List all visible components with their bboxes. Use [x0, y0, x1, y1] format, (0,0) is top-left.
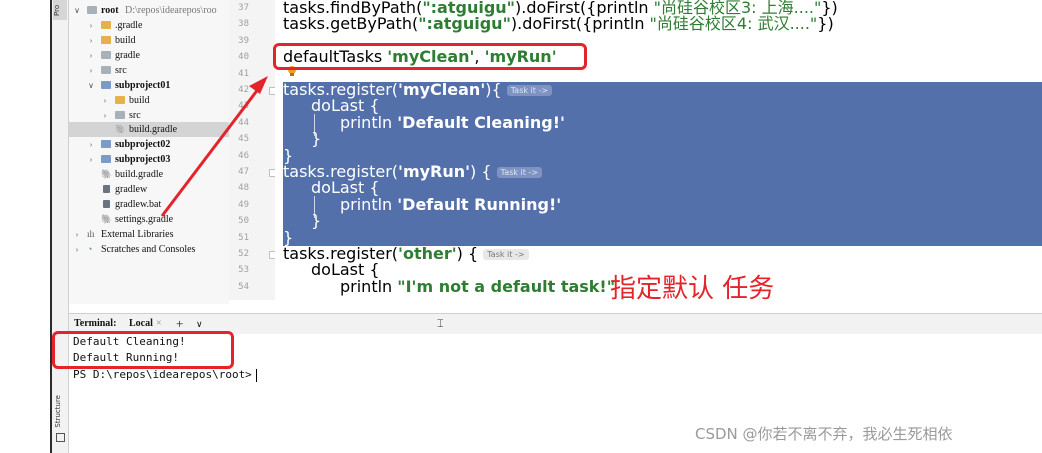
highlight-box-terminal-output: [52, 331, 234, 369]
watermark: CSDN @你若不离不弃，我必生死相依: [695, 425, 953, 443]
annotation-label: 指定默认 任务: [610, 274, 775, 304]
text-caret: [255, 368, 257, 382]
arrow-shaft: [160, 83, 264, 217]
terminal-prompt: PS D:\repos\idearepos\root>: [73, 368, 252, 381]
mouse-cursor-icon: ⌶: [437, 317, 444, 330]
arrow-head: [249, 76, 268, 94]
terminal-prompt-line: PS D:\repos\idearepos\root>: [73, 367, 257, 383]
